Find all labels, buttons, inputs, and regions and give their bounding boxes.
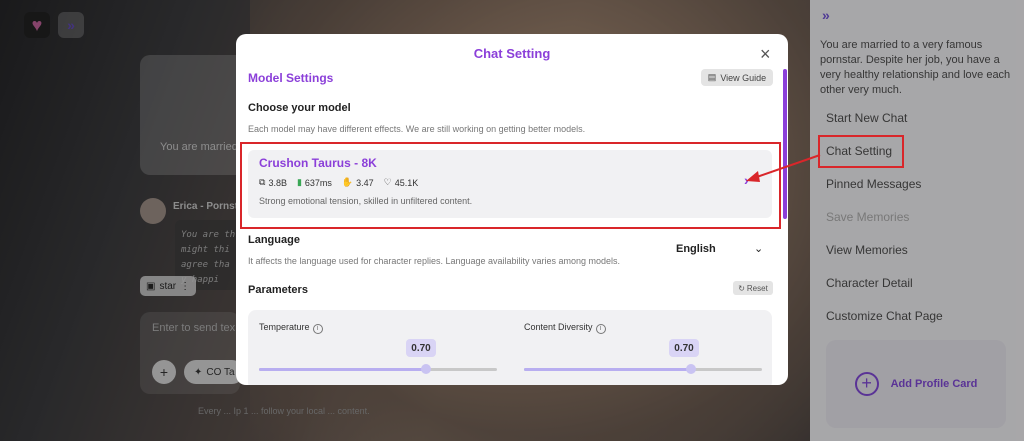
- language-label: Language: [248, 234, 300, 246]
- reset-icon: ↻: [738, 283, 745, 293]
- model-settings-title: Model Settings: [248, 71, 334, 85]
- temperature-value: 0.70: [406, 339, 436, 357]
- content-diversity-slider[interactable]: [524, 364, 762, 374]
- choose-model-label: Choose your model: [248, 102, 351, 114]
- chat-setting-highlight: [818, 135, 904, 168]
- content-diversity-label: Content Diversity i: [524, 322, 606, 334]
- temperature-slider[interactable]: [259, 364, 497, 374]
- view-guide-button[interactable]: ▤ View Guide: [701, 69, 773, 86]
- guide-icon: ▤: [707, 72, 717, 82]
- chevron-down-icon[interactable]: ⌄: [754, 242, 763, 255]
- parameters-label: Parameters: [248, 284, 308, 296]
- annotation-arrow-icon: [746, 154, 821, 182]
- sidebar-overlay: [810, 0, 1024, 441]
- close-icon[interactable]: ×: [760, 44, 771, 65]
- model-card-highlight: [240, 142, 781, 229]
- reset-button[interactable]: ↻ Reset: [733, 281, 773, 295]
- temperature-slider-thumb[interactable]: [420, 364, 431, 374]
- content-diversity-slider-thumb[interactable]: [685, 364, 696, 374]
- content-diversity-value: 0.70: [669, 339, 699, 357]
- view-guide-label: View Guide: [720, 72, 767, 83]
- language-hint: It affects the language used for charact…: [248, 256, 621, 266]
- temperature-slider-fill: [259, 368, 426, 371]
- temperature-label: Temperature i: [259, 322, 323, 334]
- info-icon[interactable]: i: [595, 324, 606, 334]
- info-icon[interactable]: i: [312, 324, 323, 334]
- reset-label: Reset: [746, 283, 768, 293]
- modal-title: Chat Setting: [473, 46, 551, 61]
- choose-model-hint: Each model may have different effects. W…: [248, 124, 586, 134]
- language-select[interactable]: English: [676, 243, 716, 255]
- content-diversity-slider-fill: [524, 368, 691, 371]
